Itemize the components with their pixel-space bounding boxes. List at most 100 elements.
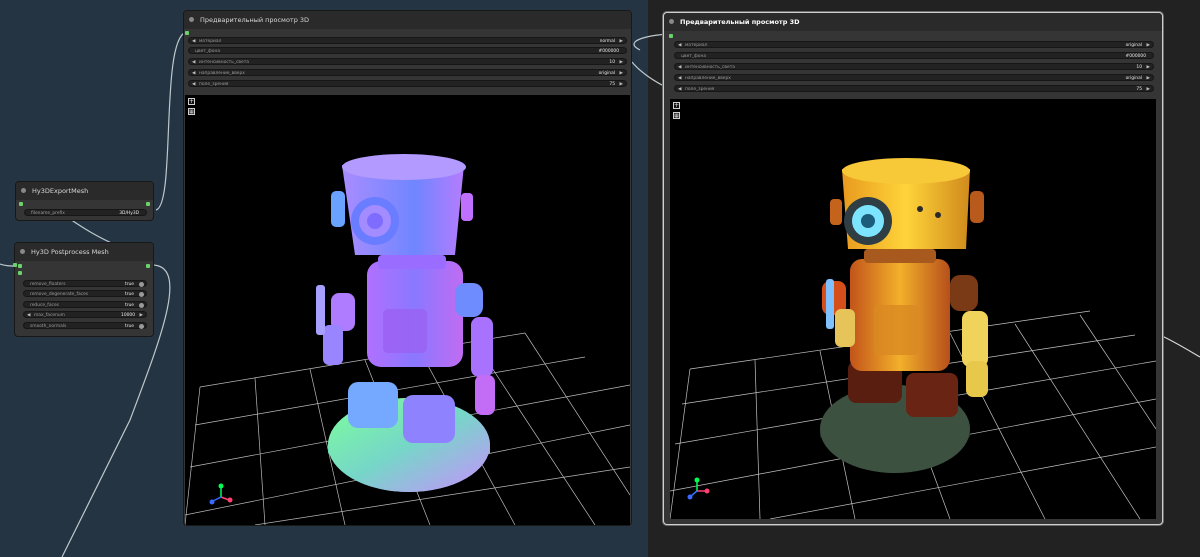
material-combo[interactable]: ◀ материал normal ▶ xyxy=(188,37,627,44)
widget-label: интенсивность_света xyxy=(685,65,735,70)
widget-label: цвет_фона xyxy=(681,54,707,59)
widget-value: original xyxy=(598,71,615,76)
node-title: Предварительный просмотр 3D xyxy=(680,18,800,26)
postprocess-mesh-node[interactable]: Hy3D Postprocess Mesh remove_floaters tr… xyxy=(14,242,154,337)
arrow-right-icon[interactable]: ▶ xyxy=(1147,75,1150,82)
input-slot[interactable] xyxy=(669,34,673,38)
arrow-right-icon[interactable]: ▶ xyxy=(1147,64,1150,71)
widget-value: normal xyxy=(599,39,615,44)
bg-color-field[interactable]: цвет_фона #000000 xyxy=(188,47,627,54)
output-slot[interactable] xyxy=(146,202,150,206)
arrow-left-icon[interactable]: ◀ xyxy=(192,81,195,88)
node-title: Hy3DExportMesh xyxy=(32,187,89,195)
preview-3d-node-right[interactable]: Предварительный просмотр 3D ◀ материал o… xyxy=(663,12,1163,525)
export-mesh-node[interactable]: Hy3DExportMesh filename_prefix 3D/Hy3D xyxy=(15,181,154,221)
add-object-button[interactable]: + xyxy=(188,98,195,105)
widget-value: 75 xyxy=(609,82,615,87)
widget-value: #000000 xyxy=(598,49,619,54)
node-title-bar[interactable]: Предварительный просмотр 3D xyxy=(184,11,631,29)
arrow-left-icon[interactable]: ◀ xyxy=(678,86,681,93)
axis-gizmo xyxy=(687,477,710,500)
arrow-right-icon[interactable]: ▶ xyxy=(620,59,623,66)
node-title: Hy3D Postprocess Mesh xyxy=(31,248,109,256)
widget-label: поле_зрения xyxy=(685,87,715,92)
light-intensity-stepper[interactable]: ◀ интенсивность_света 10 ▶ xyxy=(188,58,627,65)
widget-label: материал xyxy=(685,43,708,48)
axis-gizmo xyxy=(209,483,233,505)
widget-value: 10 xyxy=(609,60,615,65)
filename-prefix-field[interactable]: filename_prefix 3D/Hy3D xyxy=(24,209,147,216)
widget-value: true xyxy=(124,282,134,287)
input-slot[interactable] xyxy=(19,202,23,206)
material-combo[interactable]: ◀ материал original ▶ xyxy=(674,41,1154,48)
widget-value: true xyxy=(124,303,134,308)
add-object-button[interactable]: + xyxy=(673,102,680,109)
widget-label: направление_вверх xyxy=(199,71,245,76)
collapse-dot-icon[interactable] xyxy=(189,17,194,22)
widget-value: original xyxy=(1125,76,1142,81)
widget-label: цвет_фона xyxy=(195,49,221,54)
up-direction-combo[interactable]: ◀ направление_вверх original ▶ xyxy=(188,69,627,76)
output-slot[interactable] xyxy=(146,264,150,268)
fov-stepper[interactable]: ◀ поле_зрения 75 ▶ xyxy=(674,85,1154,92)
node-title-bar[interactable]: Hy3DExportMesh xyxy=(16,182,153,200)
3d-viewport[interactable]: + ▦ xyxy=(185,95,630,525)
link-endpoint[interactable] xyxy=(13,263,17,267)
preview-3d-node-left[interactable]: Предварительный просмотр 3D ◀ материал n… xyxy=(183,10,632,526)
input-slot[interactable] xyxy=(18,271,22,275)
widget-label: материал xyxy=(199,39,222,44)
widget-value: 3D/Hy3D xyxy=(119,211,139,216)
arrow-left-icon[interactable]: ◀ xyxy=(27,312,30,319)
arrow-left-icon[interactable]: ◀ xyxy=(192,70,195,77)
toggle-grid-button[interactable]: ▦ xyxy=(673,112,680,119)
reduce-faces-toggle[interactable]: reduce_faces true xyxy=(23,301,147,308)
arrow-right-icon[interactable]: ▶ xyxy=(620,38,623,45)
widget-value: true xyxy=(124,324,134,329)
toggle-grid-button[interactable]: ▦ xyxy=(188,108,195,115)
arrow-left-icon[interactable]: ◀ xyxy=(678,64,681,71)
remove-floaters-toggle[interactable]: remove_floaters true xyxy=(23,280,147,287)
widget-label: smooth_normals xyxy=(30,324,67,329)
collapse-dot-icon[interactable] xyxy=(20,249,25,254)
toggle-knob-icon[interactable] xyxy=(139,282,144,287)
arrow-right-icon[interactable]: ▶ xyxy=(1147,42,1150,49)
arrow-left-icon[interactable]: ◀ xyxy=(192,59,195,66)
widget-label: remove_floaters xyxy=(30,282,66,287)
arrow-left-icon[interactable]: ◀ xyxy=(192,38,195,45)
widget-label: remove_degenerate_faces xyxy=(30,292,89,297)
up-direction-combo[interactable]: ◀ направление_вверх original ▶ xyxy=(674,74,1154,81)
toggle-knob-icon[interactable] xyxy=(139,292,144,297)
scene-render xyxy=(670,158,1156,519)
bg-color-field[interactable]: цвет_фона #000000 xyxy=(674,52,1154,59)
widget-value: 10 xyxy=(1136,65,1142,70)
3d-viewport[interactable]: + ▦ xyxy=(670,99,1156,519)
max-facenum-stepper[interactable]: ◀ max_facenum 10000 ▶ xyxy=(23,311,147,318)
node-title-bar[interactable]: Hy3D Postprocess Mesh xyxy=(15,243,153,261)
arrow-right-icon[interactable]: ▶ xyxy=(620,70,623,77)
widget-label: направление_вверх xyxy=(685,76,731,81)
widget-value: 10000 xyxy=(121,313,135,318)
input-slot[interactable] xyxy=(185,31,189,35)
robot-textured-material xyxy=(820,158,988,473)
arrow-right-icon[interactable]: ▶ xyxy=(1147,86,1150,93)
light-intensity-stepper[interactable]: ◀ интенсивность_света 10 ▶ xyxy=(674,63,1154,70)
toggle-knob-icon[interactable] xyxy=(139,324,144,329)
arrow-right-icon[interactable]: ▶ xyxy=(620,81,623,88)
collapse-dot-icon[interactable] xyxy=(669,19,674,24)
widget-label: filename_prefix xyxy=(31,211,65,216)
widget-value: 75 xyxy=(1136,87,1142,92)
remove-degenerate-faces-toggle[interactable]: remove_degenerate_faces true xyxy=(23,290,147,297)
toggle-knob-icon[interactable] xyxy=(139,303,144,308)
arrow-right-icon[interactable]: ▶ xyxy=(140,312,143,319)
widget-label: поле_зрения xyxy=(199,82,229,87)
smooth-normals-toggle[interactable]: smooth_normals true xyxy=(23,322,147,329)
arrow-left-icon[interactable]: ◀ xyxy=(678,75,681,82)
widget-label: интенсивность_света xyxy=(199,60,249,65)
widget-label: reduce_faces xyxy=(30,303,59,308)
arrow-left-icon[interactable]: ◀ xyxy=(678,42,681,49)
node-title-bar[interactable]: Предварительный просмотр 3D xyxy=(664,13,1162,31)
input-slot[interactable] xyxy=(18,264,22,268)
collapse-dot-icon[interactable] xyxy=(21,188,26,193)
widget-value: original xyxy=(1125,43,1142,48)
fov-stepper[interactable]: ◀ поле_зрения 75 ▶ xyxy=(188,80,627,87)
